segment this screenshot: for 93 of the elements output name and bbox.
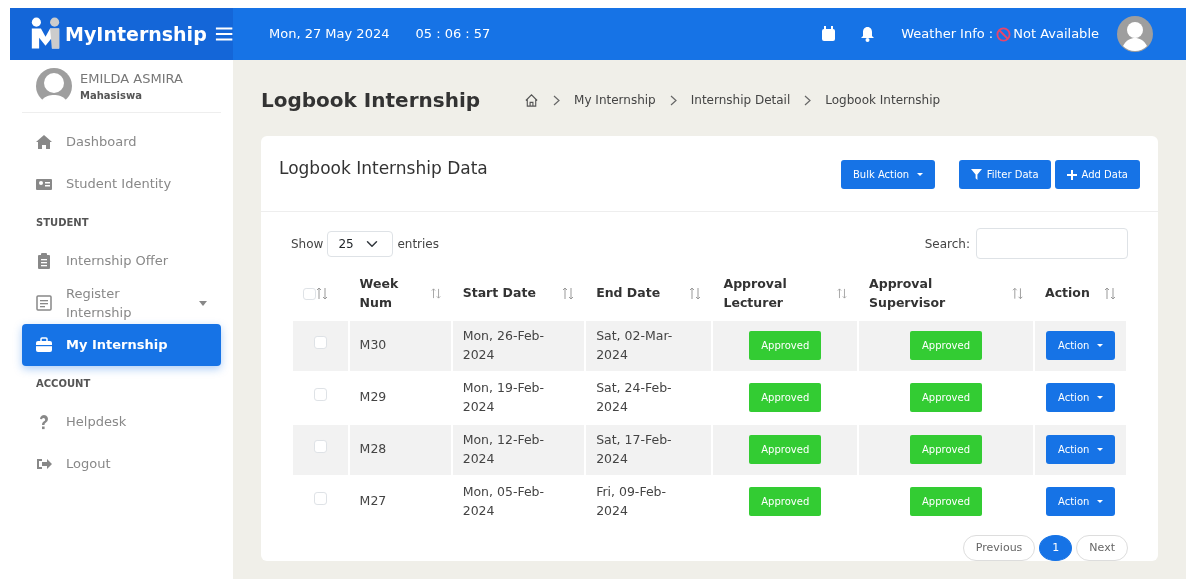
page-size-select[interactable]: 25 — [327, 230, 394, 257]
filter-button[interactable]: Filter Data — [958, 160, 1051, 189]
sort-icon[interactable] — [837, 287, 848, 301]
menu-icon[interactable] — [214, 26, 233, 42]
breadcrumb-link[interactable]: My Internship — [574, 91, 656, 109]
status-badge: Approved — [749, 331, 822, 360]
column-header: Start Date — [462, 284, 536, 303]
status-badge: Approved — [910, 383, 982, 412]
status-badge: Approved — [910, 435, 982, 464]
logo-icon — [30, 16, 62, 52]
page-button[interactable]: Previous — [962, 534, 1036, 561]
table-cell-text: Mon, 12-Feb-2024 — [462, 430, 546, 468]
action-button[interactable]: Action — [1046, 487, 1115, 516]
sort-icon[interactable] — [1104, 287, 1116, 301]
action-button[interactable]: Action — [1046, 435, 1115, 464]
home-icon — [36, 134, 52, 150]
table-cell-text: Sat, 17-Feb-2024 — [596, 430, 673, 468]
page-title: Logbook Internship — [261, 87, 481, 114]
weather-status: Not Available — [1013, 25, 1099, 44]
table-cell: M27 — [359, 492, 387, 511]
weather-label: Weather Info : — [901, 25, 994, 44]
home-icon[interactable] — [524, 92, 540, 108]
sidebar-item[interactable]: Dashboard — [22, 121, 221, 163]
user-role: Mahasiswa — [80, 89, 143, 104]
chevron-icon — [553, 94, 561, 106]
status-badge: Approved — [749, 383, 822, 412]
plus-icon — [1066, 169, 1077, 180]
card-title: Logbook Internship Data — [279, 157, 488, 180]
table-cell-text: Sat, 02-Mar-2024 — [596, 326, 674, 364]
column-header: Week Num — [359, 275, 400, 312]
chevron-icon — [669, 94, 677, 106]
sidebar-item[interactable]: Logout — [22, 443, 221, 485]
column-header: Approval Supervisor — [869, 275, 947, 312]
status-badge: Approved — [749, 435, 822, 464]
sidebar-item[interactable]: Helpdesk — [22, 401, 221, 443]
sort-icon[interactable] — [315, 287, 328, 301]
avatar-icon — [36, 68, 72, 104]
user-name: EMILDA ASMIRA — [80, 69, 183, 88]
logout-icon — [36, 456, 52, 472]
status-badge: Approved — [749, 487, 822, 516]
form-icon — [36, 295, 52, 311]
section-heading: ACCOUNT — [35, 377, 92, 391]
sidebar-item[interactable]: My Internship — [22, 324, 221, 366]
filter-icon — [970, 169, 982, 180]
table-cell-text: Fri, 09-Feb-2024 — [596, 482, 668, 520]
table-cell: M28 — [359, 440, 387, 459]
column-header: End Date — [596, 284, 661, 303]
breadcrumb-link[interactable]: Logbook Internship — [825, 91, 941, 109]
status-badge: Approved — [910, 487, 982, 516]
table-cell-text: Sat, 24-Feb-2024 — [596, 378, 673, 416]
sort-icon[interactable] — [1011, 287, 1023, 301]
section-heading: STUDENT — [35, 216, 90, 230]
page-button[interactable]: Next — [1076, 534, 1128, 561]
column-header: Approval Lecturer — [723, 275, 788, 312]
row-checkbox[interactable] — [314, 336, 327, 349]
breadcrumb-link[interactable]: Internship Detail — [690, 91, 791, 109]
sidebar-item[interactable]: Register Internship — [22, 282, 221, 324]
table-cell-text: Mon, 05-Feb-2024 — [462, 482, 546, 520]
sort-icon[interactable] — [689, 287, 702, 301]
briefcase-icon — [36, 337, 52, 353]
sidebar-item[interactable]: Internship Offer — [22, 240, 221, 282]
row-checkbox[interactable] — [314, 492, 327, 505]
action-button[interactable]: Action — [1046, 383, 1115, 412]
unavailable-icon — [996, 26, 1012, 42]
show-label: Show — [291, 235, 324, 253]
clipboard-icon — [36, 253, 52, 269]
select-all-checkbox[interactable] — [303, 287, 316, 300]
add-button[interactable]: Add Data — [1054, 160, 1140, 189]
search-label: Search: — [924, 235, 970, 253]
sidebar-item[interactable]: Student Identity — [22, 163, 221, 205]
action-button[interactable]: Action — [1046, 331, 1115, 360]
page-button[interactable]: 1 — [1039, 534, 1073, 561]
caret-icon — [199, 300, 207, 306]
entries-label: entries — [397, 235, 439, 253]
sort-icon[interactable] — [430, 287, 441, 301]
column-header: Action — [1044, 284, 1090, 303]
search-field[interactable] — [976, 228, 1128, 259]
bell-icon[interactable] — [860, 26, 876, 42]
table-cell-text: Mon, 26-Feb-2024 — [462, 326, 546, 364]
row-checkbox[interactable] — [314, 440, 327, 453]
row-checkbox[interactable] — [314, 388, 327, 401]
calendar-icon[interactable] — [821, 26, 837, 42]
chevron-icon — [804, 94, 812, 106]
bulk-action-button[interactable]: Bulk Action — [840, 160, 935, 189]
sort-icon[interactable] — [562, 287, 575, 301]
avatar-icon[interactable] — [1117, 16, 1153, 52]
table-cell: M30 — [359, 336, 387, 355]
status-badge: Approved — [910, 331, 982, 360]
date-text: Mon, 27 May 2024 — [269, 25, 390, 44]
clock-text: 05 : 06 : 57 — [415, 25, 491, 44]
id-card-icon — [36, 176, 52, 192]
table-cell: M29 — [359, 388, 387, 407]
table-cell-text: Mon, 19-Feb-2024 — [462, 378, 546, 416]
